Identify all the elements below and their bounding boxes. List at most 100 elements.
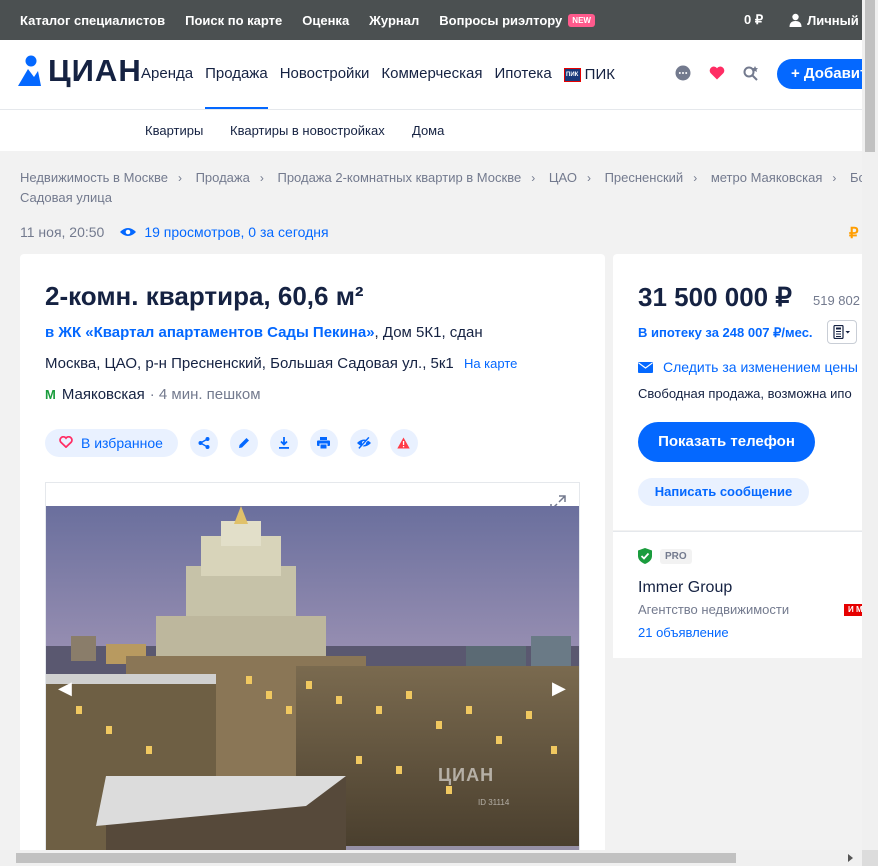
favorites-heart-icon[interactable] <box>708 64 726 82</box>
metro-icon: М <box>45 387 56 402</box>
watermark-logo: ЦИАН <box>438 765 495 785</box>
listing-photo[interactable] <box>46 506 579 866</box>
new-badge: NEW <box>568 13 595 27</box>
pik-logo-icon: ПИК <box>563 68 581 82</box>
agent-name[interactable]: Immer Group <box>638 579 732 597</box>
agent-badge: И М <box>844 604 862 616</box>
breadcrumb-item[interactable]: ЦАО <box>549 170 577 185</box>
mortgage-calculator-button[interactable] <box>827 320 857 344</box>
vertical-scroll-thumb[interactable] <box>865 0 875 152</box>
topbar-link-map-search[interactable]: Поиск по карте <box>185 13 282 28</box>
breadcrumb-item[interactable]: Садовая улица <box>20 190 112 205</box>
nav-sale[interactable]: Продажа <box>205 40 268 109</box>
add-listing-button[interactable]: + Добавит <box>777 59 862 89</box>
report-button[interactable] <box>389 429 418 457</box>
chat-icon[interactable] <box>674 64 692 82</box>
scrollbar-corner <box>862 850 878 866</box>
topbar-link-realtor-questions[interactable]: Вопросы риэлтору NEW <box>439 13 595 28</box>
nav-mortgage[interactable]: Ипотека <box>494 40 551 109</box>
logo-text: ЦИАН <box>48 53 142 88</box>
nav-new-buildings[interactable]: Новостройки <box>280 40 370 109</box>
listing-meta: 11 ноя, 20:50 19 просмотров, 0 за сегодн… <box>20 224 329 240</box>
complex-link[interactable]: в ЖК «Квартал апартаментов Сады Пекина» <box>45 324 375 341</box>
breadcrumb-item[interactable]: Недвижимость в Москве <box>20 170 168 185</box>
download-icon <box>278 437 289 449</box>
edit-button[interactable] <box>229 429 258 457</box>
calculator-icon <box>833 325 850 339</box>
main-header: ЦИАН Аренда Продажа Новостройки Коммерче… <box>0 40 862 110</box>
previous-photo-icon[interactable]: ◀ <box>58 678 72 699</box>
topbar-link-catalog[interactable]: Каталог специалистов <box>20 13 165 28</box>
subnav-houses[interactable]: Дома <box>412 123 444 138</box>
follow-price-label: Следить за изменением цены <box>663 359 858 375</box>
print-button[interactable] <box>309 429 338 457</box>
verified-shield-icon <box>638 548 652 569</box>
warning-icon <box>397 437 411 449</box>
pik-label: ПИК <box>584 66 615 83</box>
address-text: Москва, ЦАО, р-н Пресненский, Большая Са… <box>45 355 454 372</box>
breadcrumb-item[interactable]: Бол <box>850 170 862 185</box>
breadcrumb-item[interactable]: Продажа 2-комнатных квартир в Москве <box>277 170 521 185</box>
cian-logo[interactable]: ЦИАН <box>16 53 142 89</box>
complex-info: в ЖК «Квартал апартаментов Сады Пекина»,… <box>45 324 483 341</box>
printer-icon <box>317 437 331 449</box>
metro-info: М Маяковская · 4 мин. пешком <box>45 386 261 403</box>
agent-type: Агентство недвижимости <box>638 602 790 617</box>
listing-card: 2-комн. квартира, 60,6 м² в ЖК «Квартал … <box>20 254 605 866</box>
chevron-right-icon: › <box>586 171 591 185</box>
breadcrumb-item[interactable]: Пресненский <box>605 170 684 185</box>
breadcrumb-item[interactable]: метро Маяковская <box>711 170 823 185</box>
walk-time: · 4 мин. пешком <box>149 386 261 403</box>
write-message-button[interactable]: Написать сообщение <box>638 478 809 506</box>
horizontal-scrollbar[interactable] <box>0 850 862 866</box>
nav-rent[interactable]: Аренда <box>141 40 193 109</box>
saved-search-icon[interactable] <box>742 64 760 82</box>
chevron-right-icon: › <box>531 171 536 185</box>
eye-icon <box>120 228 137 236</box>
price-history-icon[interactable]: ₽ <box>849 224 859 242</box>
eye-off-icon <box>356 437 371 449</box>
show-phone-button[interactable]: Показать телефон <box>638 422 815 462</box>
chevron-right-icon: › <box>177 171 182 185</box>
add-to-favorites-button[interactable]: В избранное <box>45 429 178 457</box>
photo-gallery: ◀ ▶ ЦИАН ID 31114 <box>45 482 580 866</box>
horizontal-scroll-thumb[interactable] <box>16 853 736 863</box>
agent-card: PRO Immer Group Агентство недвижимости И… <box>613 531 862 658</box>
agent-listings-link[interactable]: 21 объявление <box>638 625 729 640</box>
envelope-icon <box>638 361 653 373</box>
next-photo-icon[interactable]: ▶ <box>552 678 566 699</box>
balance[interactable]: 0 ₽ <box>744 12 763 28</box>
pencil-icon <box>238 438 249 448</box>
share-button[interactable] <box>189 429 218 457</box>
metro-station[interactable]: Маяковская <box>62 386 145 403</box>
views-text: 19 просмотров, 0 за сегодня <box>144 224 329 240</box>
topbar-link-journal[interactable]: Журнал <box>369 13 419 28</box>
download-button[interactable] <box>269 429 298 457</box>
account-link[interactable]: Личный к <box>789 13 862 28</box>
address: Москва, ЦАО, р-н Пресненский, Большая Са… <box>45 355 517 372</box>
subnav-new-apartments[interactable]: Квартиры в новостройках <box>230 123 385 138</box>
hide-button[interactable] <box>349 429 378 457</box>
scroll-right-arrow-icon[interactable] <box>848 854 853 862</box>
cian-logo-icon <box>18 55 41 86</box>
listing-actions: В избранное <box>45 429 430 457</box>
page-title: 2-комн. квартира, 60,6 м² <box>45 281 364 311</box>
chevron-right-icon: › <box>693 171 698 185</box>
views-counter[interactable]: 19 просмотров, 0 за сегодня <box>120 224 329 240</box>
price: 31 500 000 ₽ <box>638 282 792 312</box>
vertical-scrollbar[interactable] <box>862 0 878 850</box>
on-map-link[interactable]: На карте <box>464 356 517 371</box>
nav-commercial[interactable]: Коммерческая <box>381 40 482 109</box>
breadcrumb-item[interactable]: Продажа <box>196 170 250 185</box>
complex-building: , Дом 5К1, сдан <box>374 324 483 341</box>
topbar-link-valuation[interactable]: Оценка <box>302 13 349 28</box>
breadcrumb: Недвижимость в Москве › Продажа › Продажа … <box>20 168 862 208</box>
chevron-right-icon: › <box>832 171 837 185</box>
follow-price-link[interactable]: Следить за изменением цены <box>638 359 858 375</box>
mortgage-link[interactable]: В ипотеку за 248 007 ₽/мес. <box>638 325 813 341</box>
price-card: 31 500 000 ₽ 519 802 В ипотеку за 248 00… <box>613 254 862 530</box>
nav-pik[interactable]: ПИК ПИК <box>563 40 615 109</box>
subnav-apartments[interactable]: Квартиры <box>145 123 203 138</box>
realtor-questions-label: Вопросы риэлтору <box>439 12 563 28</box>
account-label: Личный к <box>807 12 862 28</box>
